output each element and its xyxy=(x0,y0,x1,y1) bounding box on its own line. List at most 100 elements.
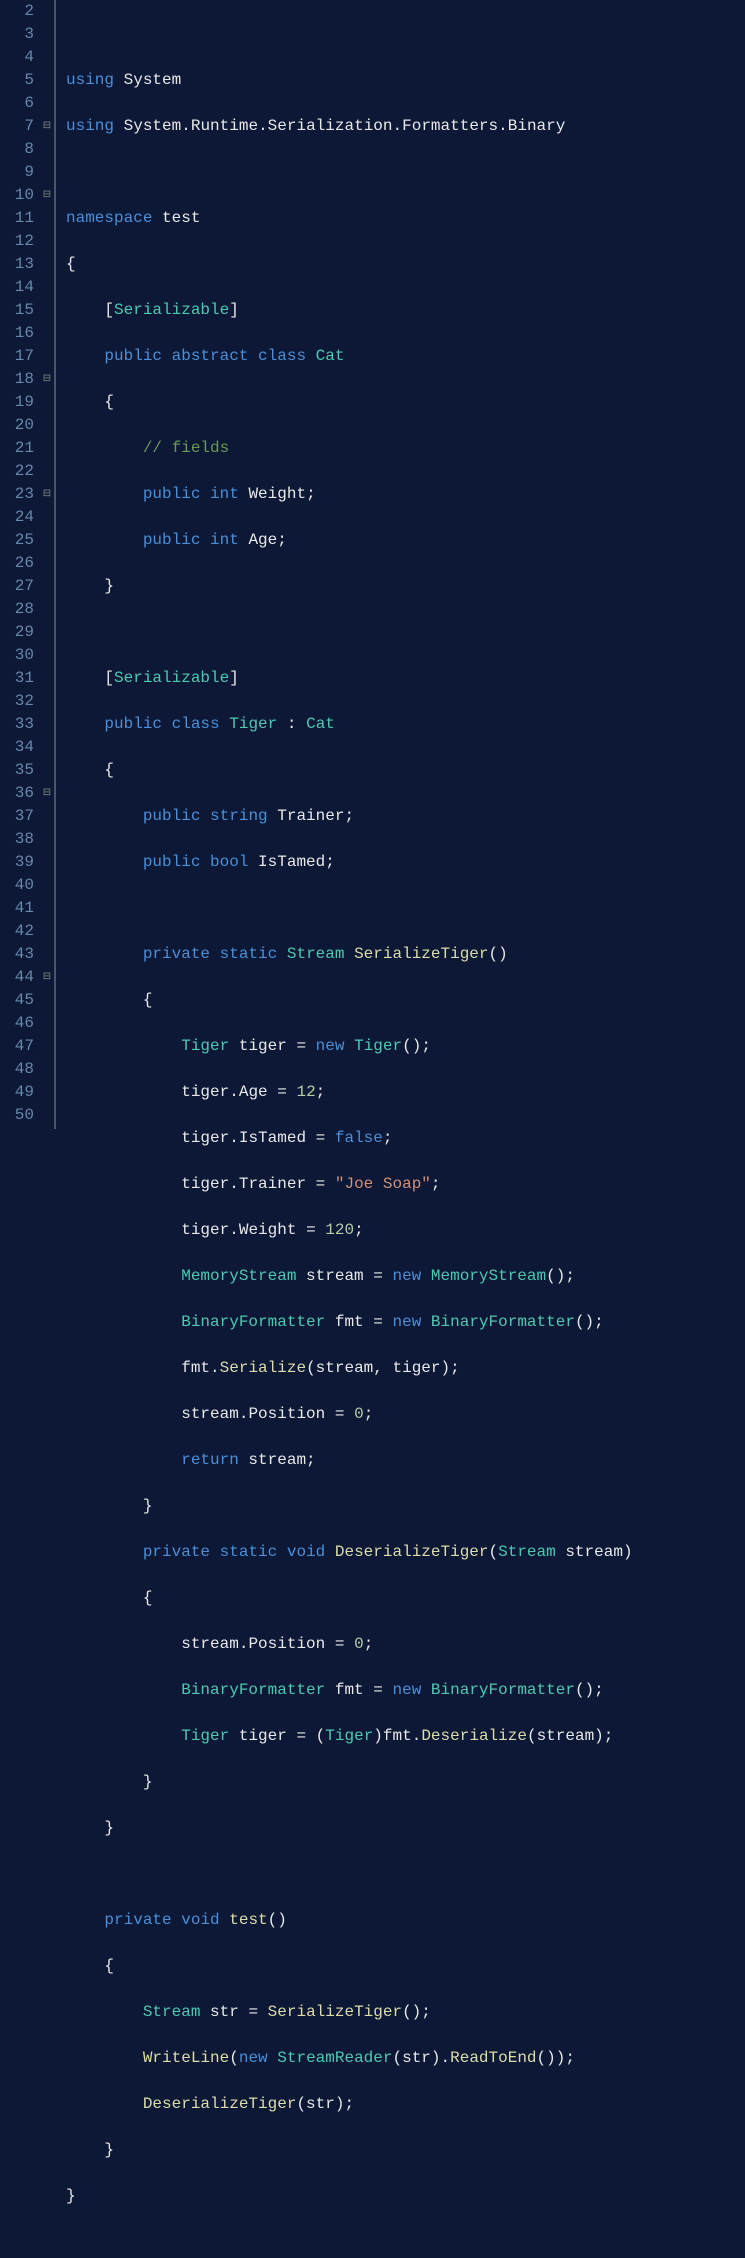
code-line[interactable]: [Serializable] xyxy=(66,299,633,322)
fold-marker xyxy=(40,1035,54,1058)
code-line[interactable] xyxy=(66,2231,633,2254)
line-number: 11 xyxy=(0,207,34,230)
code-line[interactable] xyxy=(66,897,633,920)
code-line[interactable]: } xyxy=(66,1495,633,1518)
line-number: 21 xyxy=(0,437,34,460)
code-line[interactable]: { xyxy=(66,391,633,414)
fold-marker xyxy=(40,46,54,69)
fold-marker[interactable]: ⊟ xyxy=(40,966,54,989)
fold-marker xyxy=(40,138,54,161)
code-line[interactable]: // fields xyxy=(66,437,633,460)
line-number: 48 xyxy=(0,1058,34,1081)
code-line[interactable]: [Serializable] xyxy=(66,667,633,690)
code-line[interactable]: tiger.Age = 12; xyxy=(66,1081,633,1104)
code-line[interactable]: } xyxy=(66,2185,633,2208)
fold-marker xyxy=(40,1081,54,1104)
fold-marker[interactable]: ⊟ xyxy=(40,368,54,391)
code-line[interactable]: return stream; xyxy=(66,1449,633,1472)
code-line[interactable]: Tiger tiger = (Tiger)fmt.Deserialize(str… xyxy=(66,1725,633,1748)
fold-marker xyxy=(40,1012,54,1035)
code-line[interactable] xyxy=(66,161,633,184)
code-line[interactable]: public class Tiger : Cat xyxy=(66,713,633,736)
fold-marker[interactable]: ⊟ xyxy=(40,115,54,138)
line-number: 44 xyxy=(0,966,34,989)
code-line[interactable]: private void test() xyxy=(66,1909,633,1932)
code-line[interactable]: tiger.IsTamed = false; xyxy=(66,1127,633,1150)
fold-marker xyxy=(40,0,54,23)
fold-marker xyxy=(40,805,54,828)
code-line[interactable]: namespace test xyxy=(66,207,633,230)
fold-marker xyxy=(40,437,54,460)
code-line[interactable] xyxy=(66,621,633,644)
line-number: 34 xyxy=(0,736,34,759)
code-line[interactable]: WriteLine(new StreamReader(str).ReadToEn… xyxy=(66,2047,633,2070)
line-number: 6 xyxy=(0,92,34,115)
code-line[interactable]: } xyxy=(66,2139,633,2162)
code-line[interactable]: using System xyxy=(66,69,633,92)
code-line[interactable]: public int Weight; xyxy=(66,483,633,506)
fold-marker[interactable]: ⊟ xyxy=(40,483,54,506)
code-line[interactable] xyxy=(66,23,633,46)
code-line[interactable]: Stream str = SerializeTiger(); xyxy=(66,2001,633,2024)
line-number: 27 xyxy=(0,575,34,598)
fold-marker xyxy=(40,276,54,299)
fold-marker xyxy=(40,161,54,184)
code-line[interactable]: { xyxy=(66,989,633,1012)
line-number: 19 xyxy=(0,391,34,414)
line-number: 33 xyxy=(0,713,34,736)
fold-marker xyxy=(40,851,54,874)
fold-marker xyxy=(40,23,54,46)
code-line[interactable]: fmt.Serialize(stream, tiger); xyxy=(66,1357,633,1380)
fold-marker xyxy=(40,1058,54,1081)
fold-marker xyxy=(40,69,54,92)
line-number: 12 xyxy=(0,230,34,253)
code-line[interactable] xyxy=(66,1863,633,1886)
fold-marker xyxy=(40,529,54,552)
code-line[interactable]: } xyxy=(66,575,633,598)
fold-marker xyxy=(40,207,54,230)
code-editor-area[interactable]: using System using System.Runtime.Serial… xyxy=(56,0,633,1129)
code-line[interactable]: stream.Position = 0; xyxy=(66,1403,633,1426)
code-line[interactable]: { xyxy=(66,1587,633,1610)
fold-marker xyxy=(40,414,54,437)
line-number: 8 xyxy=(0,138,34,161)
code-line[interactable]: Tiger tiger = new Tiger(); xyxy=(66,1035,633,1058)
line-number: 35 xyxy=(0,759,34,782)
code-line[interactable]: public int Age; xyxy=(66,529,633,552)
code-line[interactable]: DeserializeTiger(str); xyxy=(66,2093,633,2116)
code-line[interactable]: public bool IsTamed; xyxy=(66,851,633,874)
code-line[interactable]: tiger.Trainer = "Joe Soap"; xyxy=(66,1173,633,1196)
line-number: 4 xyxy=(0,46,34,69)
code-line[interactable]: using System.Runtime.Serialization.Forma… xyxy=(66,115,633,138)
code-line[interactable]: BinaryFormatter fmt = new BinaryFormatte… xyxy=(66,1311,633,1334)
code-line[interactable]: BinaryFormatter fmt = new BinaryFormatte… xyxy=(66,1679,633,1702)
code-line[interactable]: MemoryStream stream = new MemoryStream()… xyxy=(66,1265,633,1288)
fold-marker xyxy=(40,828,54,851)
code-line[interactable]: stream.Position = 0; xyxy=(66,1633,633,1656)
code-line[interactable]: { xyxy=(66,253,633,276)
code-line[interactable]: } xyxy=(66,1817,633,1840)
line-number: 22 xyxy=(0,460,34,483)
fold-marker[interactable]: ⊟ xyxy=(40,184,54,207)
line-number: 29 xyxy=(0,621,34,644)
line-number: 3 xyxy=(0,23,34,46)
code-line[interactable]: tiger.Weight = 120; xyxy=(66,1219,633,1242)
line-number: 41 xyxy=(0,897,34,920)
line-number: 45 xyxy=(0,989,34,1012)
fold-marker[interactable]: ⊟ xyxy=(40,782,54,805)
code-line[interactable]: private static Stream SerializeTiger() xyxy=(66,943,633,966)
fold-marker xyxy=(40,989,54,1012)
fold-marker xyxy=(40,253,54,276)
code-line[interactable]: { xyxy=(66,1955,633,1978)
line-number: 15 xyxy=(0,299,34,322)
fold-marker xyxy=(40,552,54,575)
code-line[interactable]: { xyxy=(66,759,633,782)
code-line[interactable]: } xyxy=(66,1771,633,1794)
code-line[interactable]: private static void DeserializeTiger(Str… xyxy=(66,1541,633,1564)
line-number: 28 xyxy=(0,598,34,621)
code-line[interactable]: public abstract class Cat xyxy=(66,345,633,368)
fold-marker xyxy=(40,92,54,115)
code-line[interactable]: public string Trainer; xyxy=(66,805,633,828)
fold-marker xyxy=(40,759,54,782)
line-number: 5 xyxy=(0,69,34,92)
